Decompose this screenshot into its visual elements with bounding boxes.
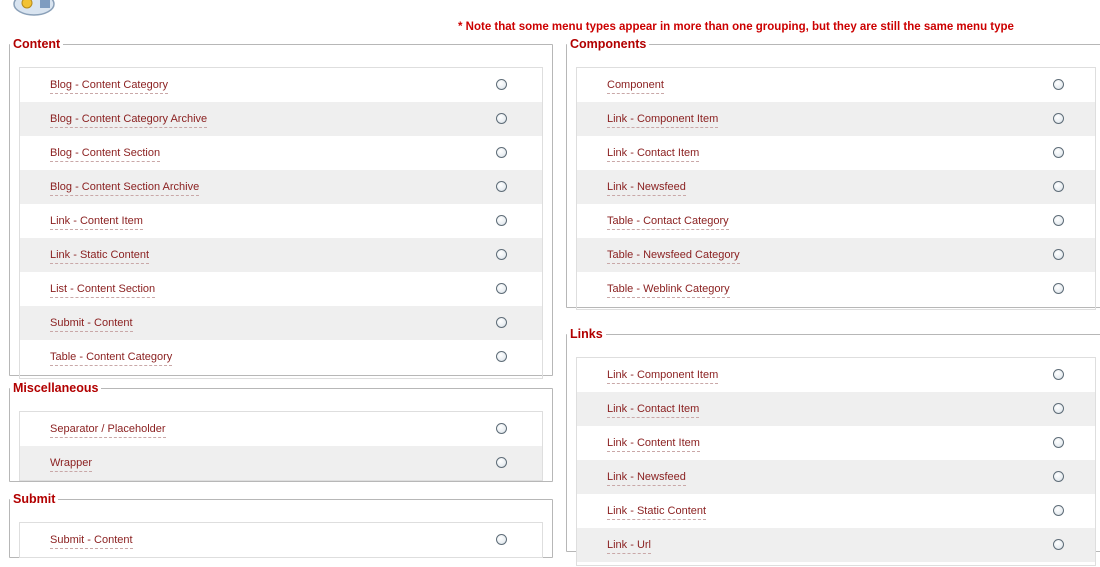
radio-button-icon[interactable]: [1053, 539, 1064, 550]
menu-type-link[interactable]: Link - Newsfeed: [607, 181, 686, 196]
menu-type-row[interactable]: Blog - Content Section: [20, 136, 542, 170]
menu-type-note: * Note that some menu types appear in mo…: [458, 21, 1014, 33]
menu-type-link[interactable]: Blog - Content Section: [50, 147, 161, 162]
menu-type-row[interactable]: Blog - Content Section Archive: [20, 170, 542, 204]
menu-type-link[interactable]: Link - Contact Item: [607, 147, 700, 162]
radio-button-icon[interactable]: [496, 351, 507, 362]
radio-button-icon[interactable]: [496, 423, 507, 434]
radio-button-icon[interactable]: [1053, 403, 1064, 414]
menu-type-link[interactable]: Submit - Content: [50, 317, 133, 332]
menu-type-row[interactable]: Link - Static Content: [577, 494, 1095, 528]
radio-button-icon[interactable]: [1053, 471, 1064, 482]
menu-type-row[interactable]: Blog - Content Category: [20, 68, 542, 102]
menu-type-link[interactable]: Component: [607, 79, 664, 94]
radio-button-icon[interactable]: [496, 79, 507, 90]
menu-type-link[interactable]: Table - Contact Category: [607, 215, 729, 230]
group-links-title: Links: [570, 327, 603, 341]
radio-button-icon[interactable]: [1053, 437, 1064, 448]
radio-button-icon[interactable]: [1053, 505, 1064, 516]
menu-type-link[interactable]: Link - Contact Item: [607, 403, 700, 418]
radio-button-icon[interactable]: [496, 113, 507, 124]
radio-button-icon[interactable]: [1053, 113, 1064, 124]
menu-type-link[interactable]: List - Content Section: [50, 283, 156, 298]
radio-button-icon[interactable]: [1053, 249, 1064, 260]
menu-type-link[interactable]: Blog - Content Section Archive: [50, 181, 200, 196]
menu-type-link[interactable]: Link - Content Item: [607, 437, 700, 452]
group-components-title: Components: [570, 37, 647, 51]
group-miscellaneous: Miscellaneous Separator / Placeholder Wra…: [9, 381, 553, 482]
menu-type-link[interactable]: Separator / Placeholder: [50, 423, 166, 438]
menu-type-row[interactable]: Link - Newsfeed: [577, 460, 1095, 494]
menu-type-row[interactable]: Table - Weblink Category: [577, 272, 1095, 306]
menu-type-link[interactable]: Blog - Content Category Archive: [50, 113, 208, 128]
radio-button-icon[interactable]: [496, 249, 507, 260]
menu-type-row[interactable]: Submit - Content: [20, 306, 542, 340]
radio-button-icon[interactable]: [1053, 283, 1064, 294]
menu-type-row[interactable]: Link - Content Item: [20, 204, 542, 238]
radio-button-icon[interactable]: [496, 283, 507, 294]
menu-type-link[interactable]: Link - Static Content: [50, 249, 150, 264]
menu-type-row[interactable]: Table - Newsfeed Category: [577, 238, 1095, 272]
group-miscellaneous-title: Miscellaneous: [13, 381, 99, 395]
radio-button-icon[interactable]: [496, 181, 507, 192]
menu-type-row[interactable]: Blog - Content Category Archive: [20, 102, 542, 136]
menu-type-link[interactable]: Wrapper: [50, 457, 92, 472]
menu-type-link[interactable]: Link - Url: [607, 539, 652, 554]
radio-button-icon[interactable]: [496, 317, 507, 328]
menu-type-row[interactable]: Link - Contact Item: [577, 392, 1095, 426]
menu-type-link[interactable]: Blog - Content Category: [50, 79, 169, 94]
menu-type-link[interactable]: Table - Newsfeed Category: [607, 249, 740, 264]
radio-button-icon[interactable]: [496, 534, 507, 545]
menu-type-row[interactable]: Submit - Content: [20, 523, 542, 557]
menu-type-row[interactable]: Table - Content Category: [20, 340, 542, 374]
radio-button-icon[interactable]: [496, 215, 507, 226]
menu-type-link[interactable]: Submit - Content: [50, 534, 133, 549]
radio-button-icon[interactable]: [496, 457, 507, 468]
menu-type-row[interactable]: Wrapper: [20, 446, 542, 480]
menu-type-row[interactable]: Link - Newsfeed: [577, 170, 1095, 204]
group-links: Links Link - Component Item Link - Contac…: [566, 327, 1100, 566]
group-content-title: Content: [13, 37, 61, 51]
radio-button-icon[interactable]: [1053, 147, 1064, 158]
menu-type-link[interactable]: Link - Content Item: [50, 215, 143, 230]
menu-type-row[interactable]: Component: [577, 68, 1095, 102]
radio-button-icon[interactable]: [1053, 369, 1064, 380]
menu-type-link[interactable]: Link - Static Content: [607, 505, 707, 520]
radio-button-icon[interactable]: [1053, 79, 1064, 90]
menu-type-link[interactable]: Link - Newsfeed: [607, 471, 686, 486]
radio-button-icon[interactable]: [496, 147, 507, 158]
group-components: Components Component Link - Component Ite…: [566, 37, 1100, 310]
group-submit-title: Submit: [13, 492, 56, 506]
group-submit: Submit Submit - Content: [9, 492, 553, 558]
menu-type-row[interactable]: Link - Component Item: [577, 358, 1095, 392]
menu-type-row[interactable]: Table - Contact Category: [577, 204, 1095, 238]
radio-button-icon[interactable]: [1053, 215, 1064, 226]
menu-manager-icon: [10, 0, 66, 16]
menu-type-link[interactable]: Table - Weblink Category: [607, 283, 730, 298]
menu-type-row[interactable]: List - Content Section: [20, 272, 542, 306]
radio-button-icon[interactable]: [1053, 181, 1064, 192]
menu-type-row[interactable]: Link - Url: [577, 528, 1095, 562]
menu-type-row[interactable]: Link - Contact Item: [577, 136, 1095, 170]
menu-type-row[interactable]: Link - Component Item: [577, 102, 1095, 136]
menu-type-link[interactable]: Link - Component Item: [607, 369, 719, 384]
menu-type-link[interactable]: Table - Content Category: [50, 351, 173, 366]
menu-type-row[interactable]: Separator / Placeholder: [20, 412, 542, 446]
menu-type-link[interactable]: Link - Component Item: [607, 113, 719, 128]
menu-type-row[interactable]: Link - Static Content: [20, 238, 542, 272]
group-content: Content Blog - Content Category Blog - Co…: [9, 37, 553, 379]
menu-type-row[interactable]: Link - Content Item: [577, 426, 1095, 460]
